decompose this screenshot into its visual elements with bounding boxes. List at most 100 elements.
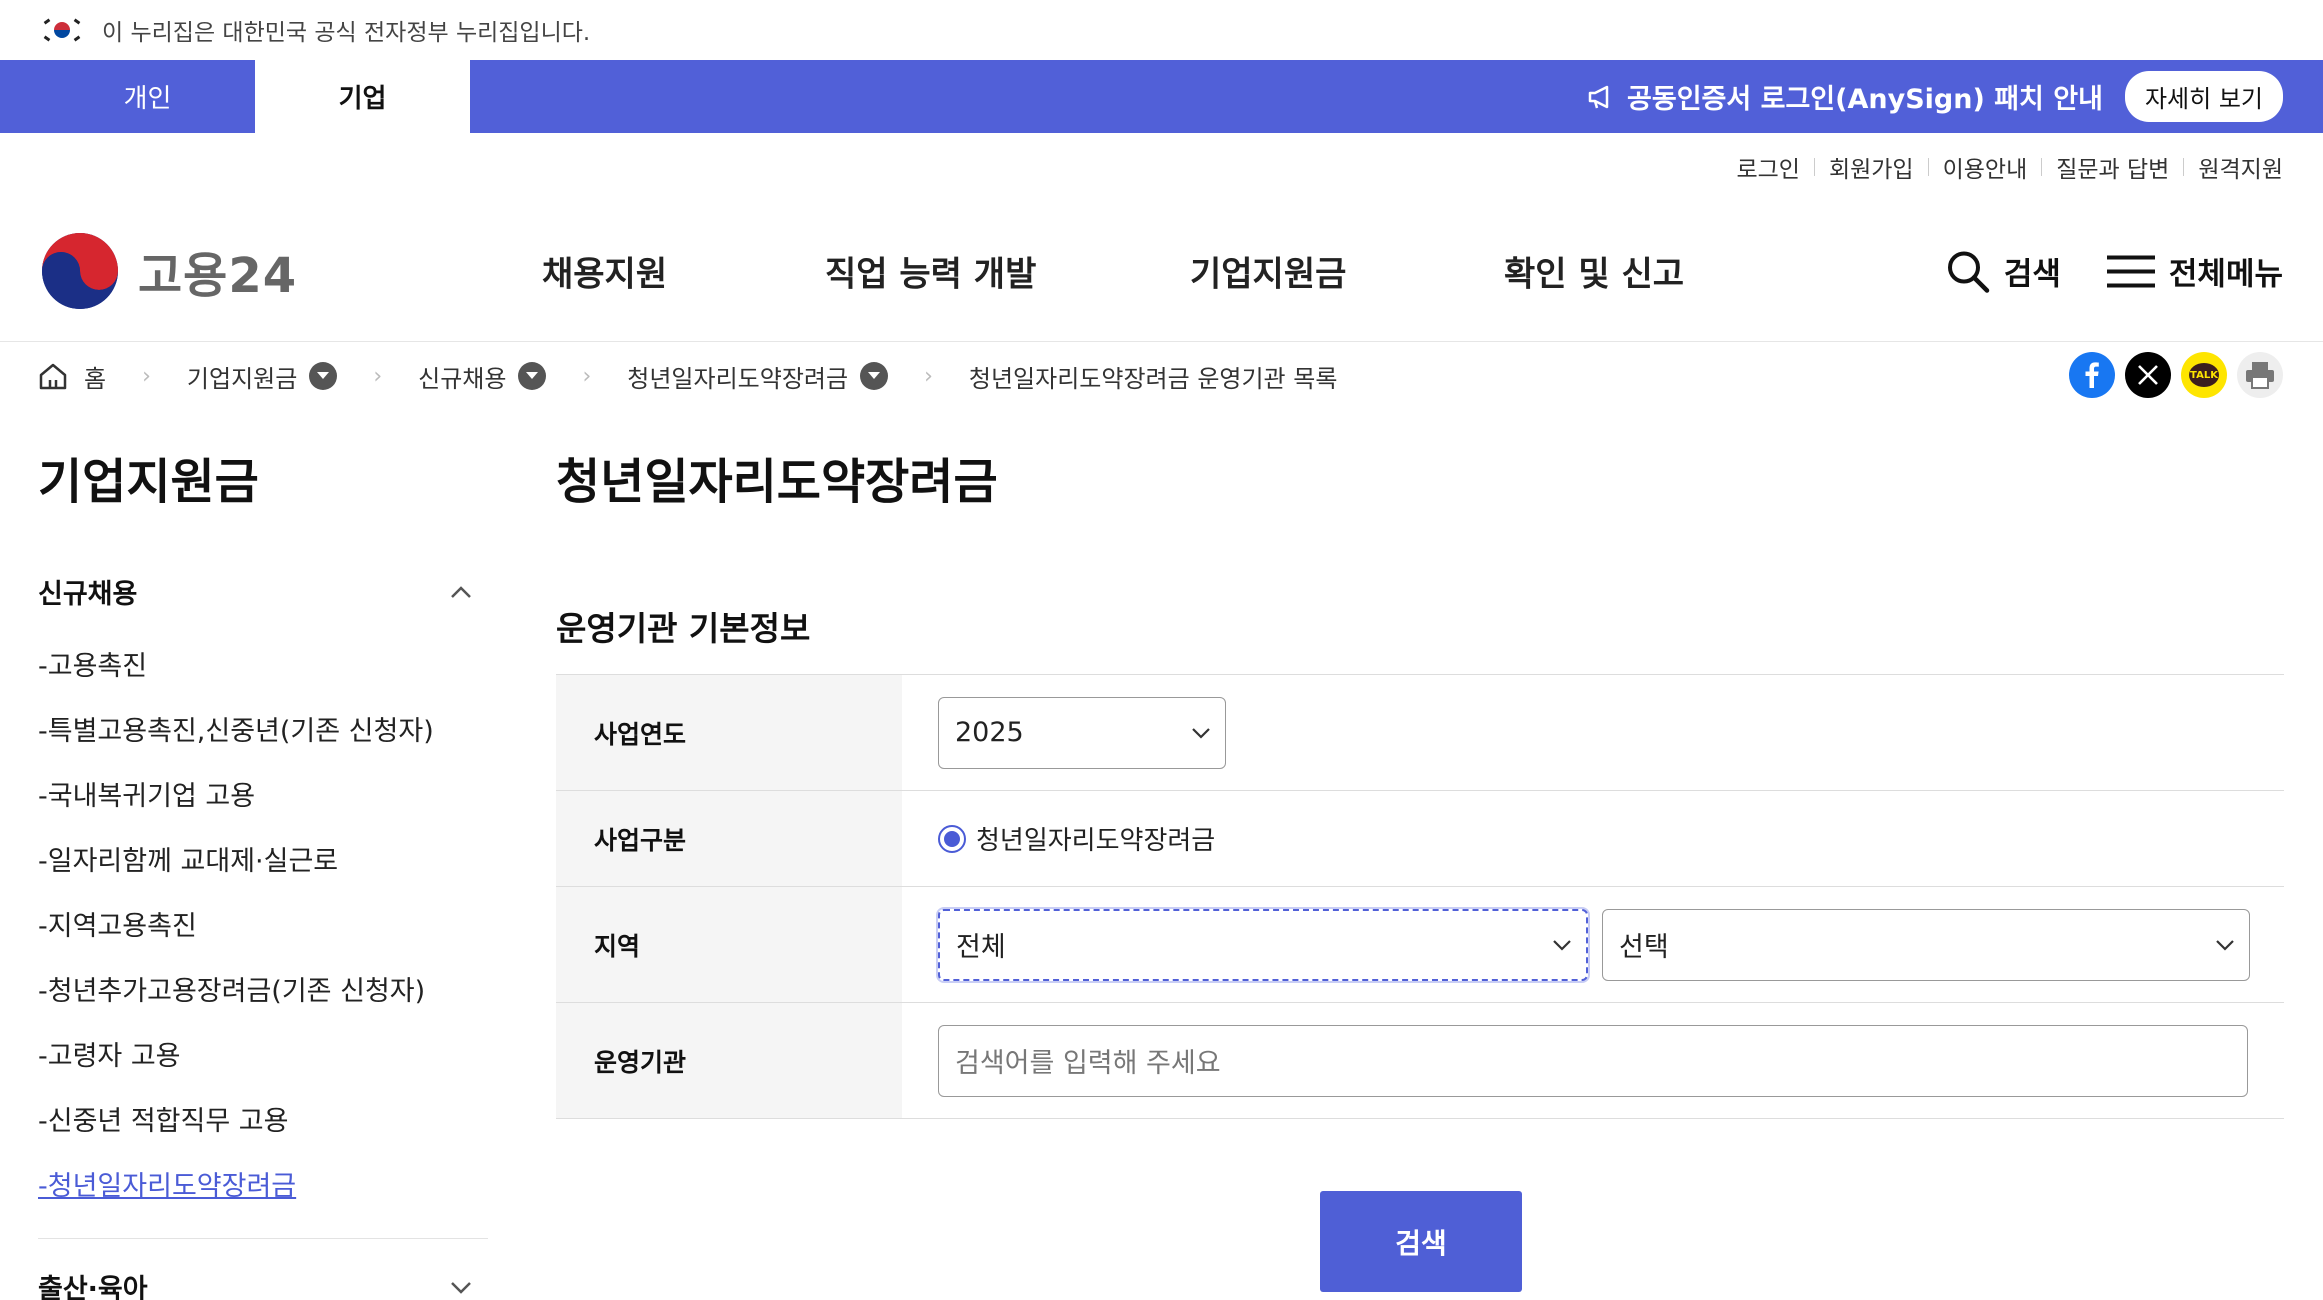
side-nav: 기업지원금 신규채용 -고용촉진 -특별고용촉진,신중년(기존 신청자) -국내… [38,410,488,1300]
side-nav-title: 기업지원금 [38,454,259,510]
main-content: 청년일자리도약장려금 운영기관 기본정보 사업연도 2025 사업구분 청년일자… [556,410,2284,1292]
header-search-button[interactable]: 검색 [1946,249,2061,294]
header-search-label: 검색 [2003,256,2061,293]
region-label: 지역 [556,887,902,1002]
nav-recruit-support[interactable]: 채용지원 [542,247,667,296]
breadcrumb-label: 청년일자리도약장려금 운영기관 목록 [968,364,1338,393]
print-button[interactable] [2237,352,2283,398]
notice-detail-button[interactable]: 자세히 보기 [2124,71,2283,122]
section-title: 운영기관 기본정보 [556,609,811,648]
org-label: 운영기관 [556,1003,902,1118]
breadcrumb-home[interactable]: 홈 [38,359,106,394]
chevron-right-icon: › [924,363,933,389]
breadcrumb-label: 기업지원금 [186,364,298,393]
side-nav-group-new-hire[interactable]: 신규채용 [38,572,488,611]
divider [1927,158,1929,176]
signup-link[interactable]: 회원가입 [1829,150,1914,184]
side-nav-item[interactable]: -고령자 고용 [38,1021,488,1086]
type-label: 사업구분 [556,791,902,886]
breadcrumb-home-label: 홈 [84,364,107,393]
chevron-down-icon[interactable] [518,362,547,390]
side-nav-item[interactable]: -지역고용촉진 [38,891,488,956]
kakaotalk-icon: TALK [2189,363,2219,387]
side-nav-item[interactable]: -고용촉진 [38,631,488,696]
divider [38,1238,488,1239]
breadcrumb-item[interactable]: 신규채용 [418,359,547,394]
breadcrumb-item[interactable]: 청년일자리도약장려금 [627,359,889,394]
region-select-value: 전체 [956,932,1006,963]
x-share-button[interactable] [2125,352,2171,398]
breadcrumb-label: 청년일자리도약장려금 [627,364,849,393]
home-icon [39,363,67,390]
year-label: 사업연도 [556,675,902,790]
chevron-right-icon: › [582,363,592,389]
chevron-down-icon [1192,727,1210,739]
utility-links: 로그인 회원가입 이용안내 질문과 답변 원격지원 [0,133,2323,201]
logo-emblem-icon [42,233,118,309]
all-menu-label: 전체메뉴 [2168,256,2283,293]
logo[interactable]: 고용24 [40,231,297,311]
nav-confirm-report[interactable]: 확인 및 신고 [1504,247,1684,296]
chevron-up-icon [451,585,471,598]
gov-banner: 이 누리집은 대한민국 공식 전자정부 누리집입니다. [0,0,2323,60]
side-nav-group-childcare[interactable]: 출산·육아 [38,1267,488,1300]
type-radio[interactable] [938,824,966,853]
nav-job-skills[interactable]: 직업 능력 개발 [825,247,1036,296]
form-row-year: 사업연도 2025 [556,675,2284,791]
korea-flag-icon [43,18,81,42]
org-search-input[interactable]: 검색어를 입력해 주세요 [938,1024,2248,1097]
side-nav-item[interactable]: -일자리함께 교대제·실근로 [38,826,488,891]
tab-personal[interactable]: 개인 [40,60,255,133]
side-nav-item[interactable]: -청년추가고용장려금(기존 신청자) [38,956,488,1021]
header-actions: 검색 전체메뉴 [1946,249,2283,294]
chevron-down-icon[interactable] [860,362,889,390]
all-menu-button[interactable]: 전체메뉴 [2106,249,2283,294]
divider [2183,158,2185,176]
breadcrumb: 홈 › 기업지원금 › 신규채용 › 청년일자리도약장려금 › 청년일자리도약장… [0,342,2323,410]
side-nav-item[interactable]: -신중년 적합직무 고용 [38,1086,488,1151]
chevron-down-icon [2216,939,2234,951]
printer-icon [2246,362,2274,389]
divider [2041,158,2043,176]
facebook-share-button[interactable] [2069,352,2115,398]
x-logo-icon [2138,365,2158,385]
notice-text[interactable]: 공동인증서 로그인(AnySign) 패치 안내 [1627,77,2103,116]
search-button[interactable]: 검색 [1320,1191,1522,1292]
chevron-down-icon[interactable] [309,362,338,390]
year-select-value: 2025 [955,717,1024,748]
region-select-value: 선택 [1619,932,1669,963]
type-radio-label[interactable]: 청년일자리도약장려금 [976,820,1215,857]
side-nav-item-active[interactable]: -청년일자리도약장려금 [38,1151,488,1216]
kakaotalk-share-button[interactable]: TALK [2181,352,2227,398]
side-nav-group-label: 출산·육아 [38,1274,148,1300]
facebook-icon [2085,362,2099,388]
side-nav-item[interactable]: -국내복귀기업 고용 [38,761,488,826]
breadcrumb-current: 청년일자리도약장려금 운영기관 목록 [969,359,1338,394]
qna-link[interactable]: 질문과 답변 [2056,150,2169,184]
breadcrumb-item[interactable]: 기업지원금 [186,359,338,394]
gov-banner-text: 이 누리집은 대한민국 공식 전자정부 누리집입니다. [102,20,591,46]
main-header: 고용24 채용지원 직업 능력 개발 기업지원금 확인 및 신고 검색 전체메뉴 [0,201,2323,342]
search-icon [1947,251,1990,293]
breadcrumb-label: 신규채용 [418,364,507,393]
form-row-type: 사업구분 청년일자리도약장려금 [556,791,2284,887]
search-form: 사업연도 2025 사업구분 청년일자리도약장려금 지역 전체 선택 운영기관 … [556,674,2284,1119]
side-nav-item[interactable]: -특별고용촉진,신중년(기존 신청자) [38,696,488,761]
logo-text: 고용24 [138,248,298,304]
top-bar: 개인 기업 공동인증서 로그인(AnySign) 패치 안내 자세히 보기 [0,60,2323,133]
region-select-primary[interactable]: 전체 [938,908,1588,981]
tab-business[interactable]: 기업 [255,60,470,133]
remote-support-link[interactable]: 원격지원 [2198,150,2283,184]
side-nav-list: -고용촉진 -특별고용촉진,신중년(기존 신청자) -국내복귀기업 고용 -일자… [38,631,488,1216]
login-link[interactable]: 로그인 [1736,150,1799,184]
notice-banner: 공동인증서 로그인(AnySign) 패치 안내 자세히 보기 [1587,60,2323,133]
hamburger-menu-icon [2106,255,2155,287]
region-select-secondary[interactable]: 선택 [1602,908,2250,981]
year-select[interactable]: 2025 [938,696,1226,769]
guide-link[interactable]: 이용안내 [1943,150,2028,184]
chevron-down-icon [1553,939,1571,951]
megaphone-icon [1588,85,1609,108]
side-nav-group-label: 신규채용 [38,579,138,610]
chevron-right-icon: › [373,363,383,389]
nav-business-subsidy[interactable]: 기업지원금 [1190,247,1346,296]
